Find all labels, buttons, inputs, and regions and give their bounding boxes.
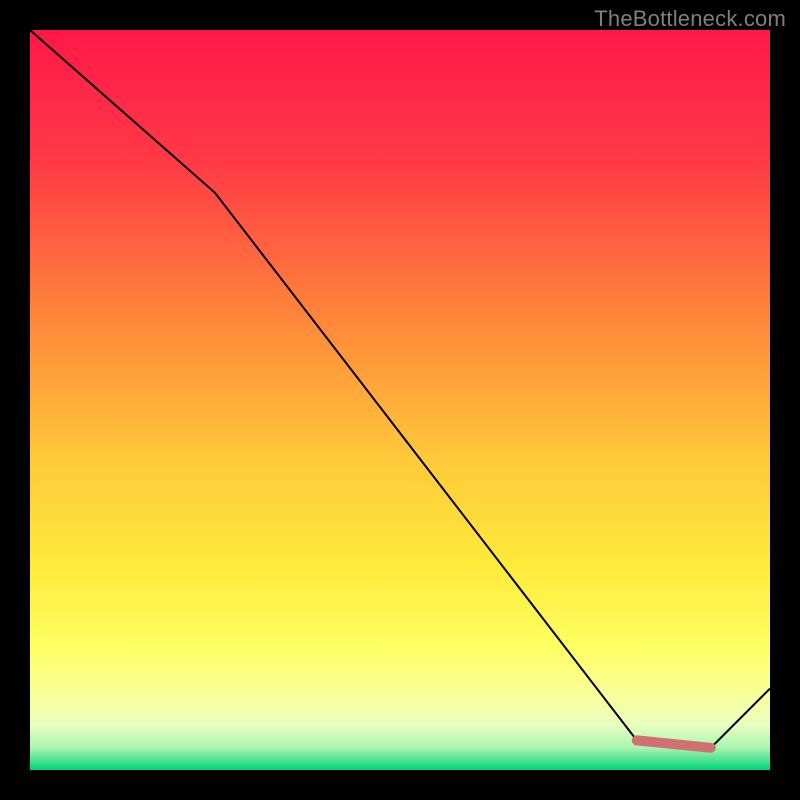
watermark-text: TheBottleneck.com bbox=[594, 6, 786, 32]
plot-area bbox=[30, 30, 770, 770]
chart-frame: TheBottleneck.com bbox=[0, 0, 800, 800]
chart-svg bbox=[30, 30, 770, 770]
gradient-background bbox=[30, 30, 770, 770]
